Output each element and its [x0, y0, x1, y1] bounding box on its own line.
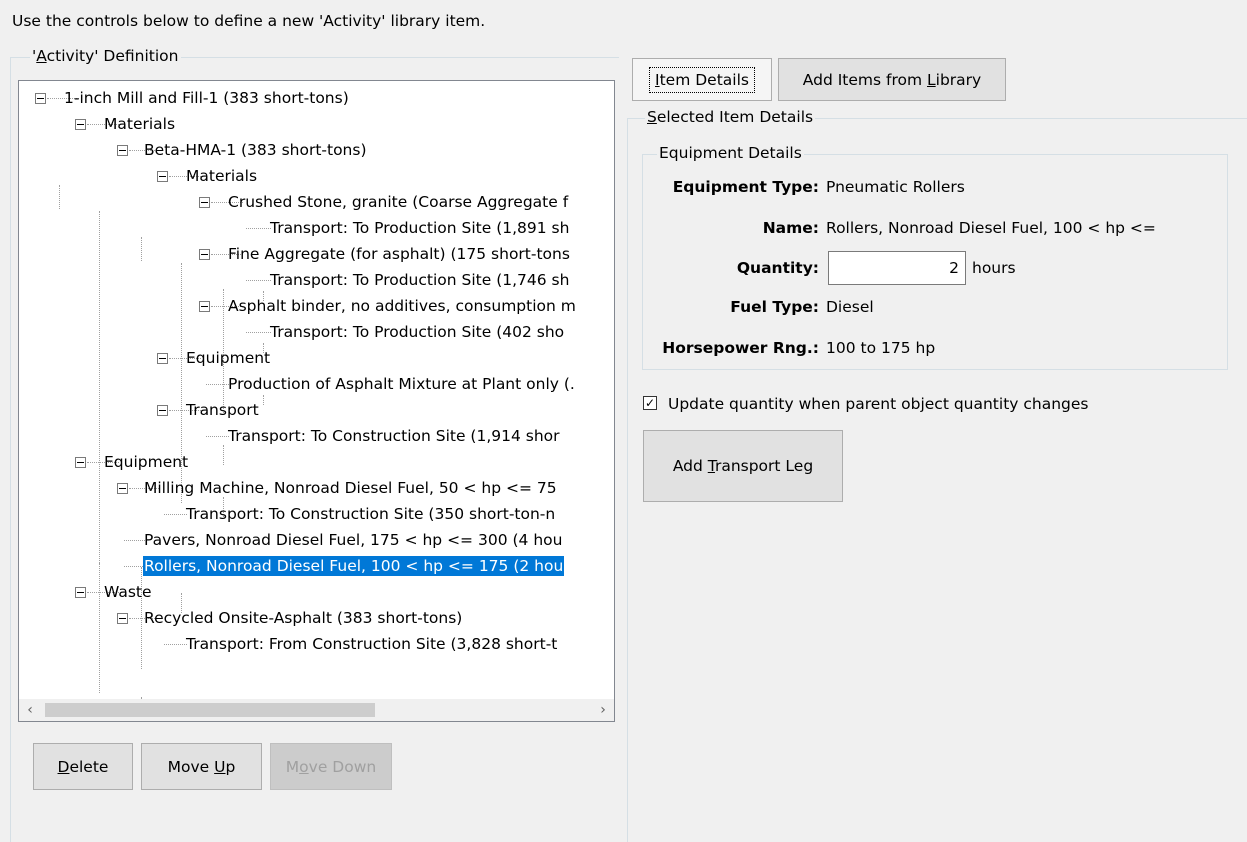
tree-node-label: Recycled Onsite-Asphalt (383 short-tons) — [144, 609, 463, 627]
fuel-type-label: Fuel Type: — [730, 298, 819, 316]
move-up-button[interactable]: Move Up — [141, 743, 262, 790]
tree-node-root[interactable]: 1-inch Mill and Fill-1 (383 short-tons) — [19, 85, 614, 111]
activity-tree[interactable]: 1-inch Mill and Fill-1 (383 short-tons) M… — [18, 80, 615, 722]
delete-button[interactable]: Delete — [33, 743, 133, 790]
collapse-icon[interactable] — [75, 457, 86, 468]
tree-node-label: Production of Asphalt Mixture at Plant o… — [228, 375, 575, 393]
name-label: Name: — [762, 219, 819, 237]
tree-node-hma-transport[interactable]: Transport — [19, 397, 614, 423]
tree-node-label: Fine Aggregate (for asphalt) (175 short-… — [228, 245, 570, 263]
selected-item-details-legend: Selected Item Details — [645, 108, 816, 126]
tree-node-pavers[interactable]: Pavers, Nonroad Diesel Fuel, 175 < hp <=… — [19, 527, 614, 553]
tree-node-fine-aggregate[interactable]: Fine Aggregate (for asphalt) (175 short-… — [19, 241, 614, 267]
tree-node-label: Rollers, Nonroad Diesel Fuel, 100 < hp <… — [143, 556, 565, 576]
tree-node-label: Beta-HMA-1 (383 short-tons) — [144, 141, 367, 159]
equipment-details-legend: Equipment Details — [657, 144, 804, 162]
tree-node-recycled-asphalt[interactable]: Recycled Onsite-Asphalt (383 short-tons) — [19, 605, 614, 631]
tree-node-label: Transport: To Production Site (1,746 sh — [270, 271, 570, 289]
tree-node-asphalt-binder[interactable]: Asphalt binder, no additives, consumptio… — [19, 293, 614, 319]
name-value: Rollers, Nonroad Diesel Fuel, 100 < hp <… — [826, 219, 1156, 237]
tree-node-label: Materials — [186, 167, 258, 185]
tab-add-items-from-library[interactable]: Add Items from Library — [778, 58, 1006, 101]
tree-content: 1-inch Mill and Fill-1 (383 short-tons) M… — [19, 81, 614, 699]
tree-node-crushed-stone[interactable]: Crushed Stone, granite (Coarse Aggregate… — [19, 189, 614, 215]
tree-node-label: Transport — [186, 401, 259, 419]
tree-node-label: Transport: To Production Site (1,891 sh — [270, 219, 570, 237]
tree-node-transport[interactable]: Transport: To Production Site (1,746 sh — [19, 267, 614, 293]
tree-horizontal-scrollbar[interactable]: ‹ › — [19, 699, 614, 721]
collapse-icon[interactable] — [199, 301, 210, 312]
tree-node-transport[interactable]: Transport: From Construction Site (3,828… — [19, 631, 614, 657]
tree-node-label: Transport: To Construction Site (1,914 s… — [228, 427, 560, 445]
tree-node-materials[interactable]: Materials — [19, 111, 614, 137]
tree-node-label: Transport: From Construction Site (3,828… — [186, 635, 558, 653]
tree-node-production[interactable]: Production of Asphalt Mixture at Plant o… — [19, 371, 614, 397]
collapse-icon[interactable] — [117, 613, 128, 624]
collapse-icon[interactable] — [117, 145, 128, 156]
tree-node-label: Equipment — [104, 453, 189, 471]
collapse-icon[interactable] — [75, 587, 86, 598]
instruction-text: Use the controls below to define a new '… — [12, 12, 486, 30]
tree-node-label: Asphalt binder, no additives, consumptio… — [228, 297, 576, 315]
move-down-button[interactable]: Move Down — [270, 743, 392, 790]
tree-node-transport[interactable]: Transport: To Production Site (402 sho — [19, 319, 614, 345]
quantity-input[interactable] — [828, 251, 966, 285]
collapse-icon[interactable] — [157, 353, 168, 364]
equipment-type-value: Pneumatic Rollers — [826, 178, 965, 196]
collapse-icon[interactable] — [35, 93, 46, 104]
quantity-unit: hours — [972, 259, 1016, 277]
update-quantity-checkbox[interactable]: ✓ — [643, 396, 657, 410]
tree-node-label: Milling Machine, Nonroad Diesel Fuel, 50… — [144, 479, 557, 497]
scroll-left-arrow-icon[interactable]: ‹ — [19, 699, 41, 721]
tree-node-transport[interactable]: Transport: To Production Site (1,891 sh — [19, 215, 614, 241]
tree-node-hma-equipment[interactable]: Equipment — [19, 345, 614, 371]
tree-node-label: Crushed Stone, granite (Coarse Aggregate… — [228, 193, 569, 211]
collapse-icon[interactable] — [199, 197, 210, 208]
tree-node-beta-hma[interactable]: Beta-HMA-1 (383 short-tons) — [19, 137, 614, 163]
collapse-icon[interactable] — [199, 249, 210, 260]
collapse-icon[interactable] — [117, 483, 128, 494]
tree-node-equipment[interactable]: Equipment — [19, 449, 614, 475]
scroll-right-arrow-icon[interactable]: › — [592, 699, 614, 721]
activity-definition-legend: 'Activity' Definition — [30, 47, 181, 65]
collapse-icon[interactable] — [157, 405, 168, 416]
add-transport-leg-button[interactable]: Add Transport Leg — [643, 430, 843, 502]
tab-item-details[interactable]: Item Details — [632, 58, 772, 101]
quantity-label: Quantity: — [736, 259, 819, 277]
scrollbar-thumb[interactable] — [45, 703, 375, 717]
horsepower-range-value: 100 to 175 hp — [826, 339, 936, 357]
horsepower-range-label: Horsepower Rng.: — [662, 339, 819, 357]
tree-node-label: Transport: To Construction Site (350 sho… — [186, 505, 556, 523]
collapse-icon[interactable] — [157, 171, 168, 182]
tree-node-milling-machine[interactable]: Milling Machine, Nonroad Diesel Fuel, 50… — [19, 475, 614, 501]
tree-node-label: Pavers, Nonroad Diesel Fuel, 175 < hp <=… — [144, 531, 563, 549]
fuel-type-value: Diesel — [826, 298, 874, 316]
tree-node-label: Materials — [104, 115, 176, 133]
tree-node-label: Equipment — [186, 349, 271, 367]
tree-node-hma-materials[interactable]: Materials — [19, 163, 614, 189]
tree-node-label: Transport: To Production Site (402 sho — [270, 323, 565, 341]
tree-node-transport[interactable]: Transport: To Construction Site (350 sho… — [19, 501, 614, 527]
tree-node-label: 1-inch Mill and Fill-1 (383 short-tons) — [64, 89, 349, 107]
tree-node-waste[interactable]: Waste — [19, 579, 614, 605]
equipment-type-label: Equipment Type: — [672, 178, 819, 196]
tree-node-label: Waste — [104, 583, 152, 601]
tree-node-transport[interactable]: Transport: To Construction Site (1,914 s… — [19, 423, 614, 449]
update-quantity-label[interactable]: Update quantity when parent object quant… — [668, 395, 1088, 413]
collapse-icon[interactable] — [75, 119, 86, 130]
tree-node-rollers[interactable]: Rollers, Nonroad Diesel Fuel, 100 < hp <… — [19, 553, 614, 579]
